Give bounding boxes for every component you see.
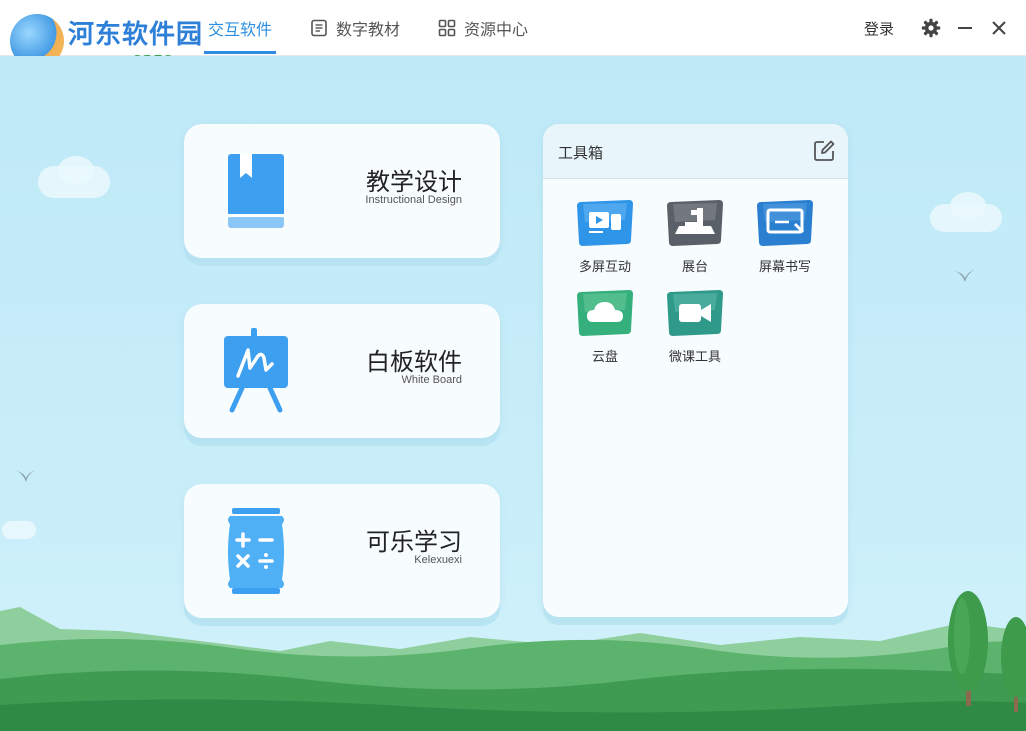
video-camera-icon	[667, 290, 723, 336]
tool-screen-write[interactable]: 屏幕书写	[743, 200, 827, 280]
screen-write-icon	[757, 200, 813, 246]
tab-label: 资源中心	[464, 20, 529, 39]
document-camera-icon	[667, 200, 723, 246]
tree-decoration	[1001, 617, 1026, 712]
tab-resource-center[interactable]: 资源中心	[430, 0, 536, 56]
login-button[interactable]: 登录	[864, 18, 894, 39]
tab-digital-textbook[interactable]: 数字教材	[302, 0, 408, 56]
cloud-decoration	[58, 156, 94, 184]
card-kelexuexi[interactable]: 可乐学习 Kelexuexi	[184, 484, 500, 618]
window-actions: 登录	[864, 0, 1012, 56]
close-icon	[992, 21, 1006, 35]
nav-tabs: 交互软件 数字教材 资源中心	[200, 0, 558, 56]
toolbox-title: 工具箱	[558, 144, 604, 162]
card-title: 教学设计	[366, 168, 462, 196]
minimize-icon	[958, 27, 972, 29]
toolbox-panel: 工具箱 多屏互动 展台 屏幕书写 云盘 微课工具	[543, 124, 848, 617]
tool-label: 云盘	[591, 350, 618, 365]
bird-icon	[17, 470, 35, 482]
grid-icon	[438, 19, 456, 37]
tab-label: 数字教材	[336, 20, 401, 39]
tree-decoration	[948, 591, 988, 706]
settings-button[interactable]	[918, 15, 944, 41]
tool-cloud-disk[interactable]: 云盘	[563, 290, 647, 370]
gear-icon	[921, 18, 941, 38]
cloud-disk-icon	[577, 290, 633, 336]
card-subtitle: White Board	[401, 374, 462, 386]
card-instructional-design[interactable]: 教学设计 Instructional Design	[184, 124, 500, 258]
card-title: 可乐学习	[366, 528, 462, 556]
logo-brand-text: 河东软件园	[68, 20, 204, 50]
tool-document-camera[interactable]: 展台	[653, 200, 737, 280]
multi-screen-icon	[577, 200, 633, 246]
landscape-decoration	[0, 607, 1026, 731]
whiteboard-easel-icon	[224, 328, 288, 413]
tool-label: 微课工具	[668, 350, 721, 365]
tab-label: 交互软件	[208, 20, 273, 39]
tool-video-camera[interactable]: 微课工具	[653, 290, 737, 370]
cloud-decoration	[2, 521, 36, 539]
cloud-decoration	[950, 192, 986, 220]
book-icon	[311, 19, 327, 37]
card-subtitle: Kelexuexi	[414, 554, 462, 566]
tool-multi-screen[interactable]: 多屏互动	[563, 200, 647, 280]
bird-icon	[955, 269, 975, 282]
edit-icon[interactable]	[812, 139, 836, 163]
close-button[interactable]	[986, 15, 1012, 41]
card-subtitle: Instructional Design	[365, 194, 462, 206]
tool-label: 屏幕书写	[758, 260, 811, 275]
tool-label: 展台	[681, 260, 708, 275]
bookmark-book-icon	[228, 154, 284, 228]
card-title: 白板软件	[366, 348, 462, 376]
tab-interactive-software[interactable]: 交互软件	[200, 0, 280, 56]
toolbox-header: 工具箱	[543, 124, 848, 179]
card-whiteboard[interactable]: 白板软件 White Board	[184, 304, 500, 438]
calculator-can-icon	[228, 508, 284, 594]
title-bar: 河东软件园 www.pc0359.cn 交互软件 数字教材 资源中心	[0, 0, 1026, 70]
tool-label: 多屏互动	[578, 260, 631, 275]
minimize-button[interactable]	[952, 15, 978, 41]
main-content: 教学设计 Instructional Design 白板软件 White Boa…	[0, 56, 1026, 731]
